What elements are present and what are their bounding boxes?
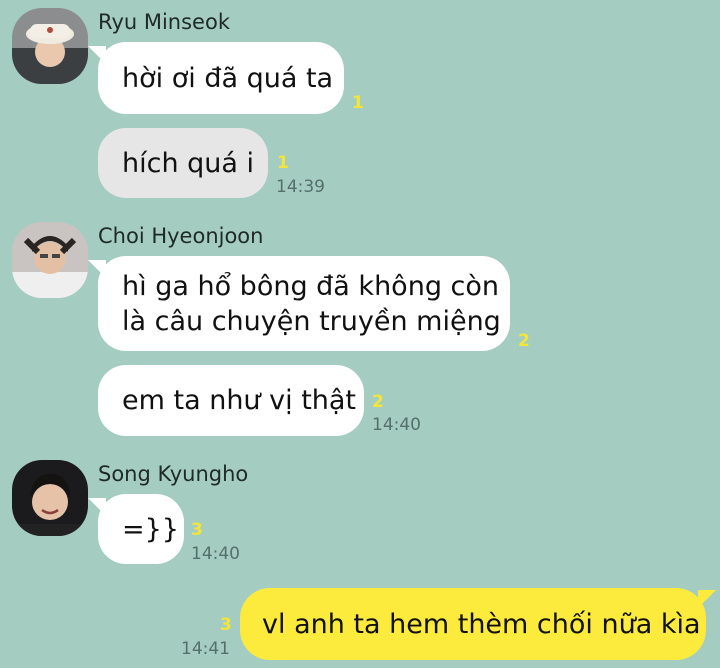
message-text: vl anh ta hem thèm chối nữa kìa [262,608,701,640]
unread-count: 2 [372,392,384,412]
unread-count: 3 [220,615,232,635]
unread-count: 1 [277,153,289,173]
message-bubble-selected[interactable]: hích quá i [98,128,268,198]
message-time: 14:40 [372,415,421,435]
message-text-line-2: là câu chuyện truyền miệng [122,305,501,337]
message-text: hời ơi đã quá ta [122,62,334,94]
avatar-ryu-minseok[interactable] [12,8,88,84]
avatar-song-kyungho[interactable] [12,460,88,536]
message-time: 14:41 [181,639,230,659]
message-bubble[interactable]: =}} [88,494,184,564]
message-time: 14:40 [191,544,240,564]
sender-name: Song Kyungho [98,462,249,486]
avatar-choi-hyeonjoon[interactable] [12,222,88,298]
sender-name: Ryu Minseok [98,10,230,34]
unread-count: 3 [191,520,203,540]
message-bubble[interactable]: hì ga hổ bông đã không còn là câu chuyện… [88,256,510,351]
message-text: =}} [122,513,179,545]
message-bubble[interactable]: hời ơi đã quá ta [88,42,344,114]
message-text: em ta như vị thật [122,385,357,416]
unread-count: 2 [518,331,530,351]
message-text-line-1: hì ga hổ bông đã không còn [122,270,500,302]
message-text: hích quá i [122,147,255,179]
message-bubble-outgoing[interactable]: vl anh ta hem thèm chối nữa kìa [240,588,716,660]
unread-count: 1 [352,93,364,113]
message-bubble[interactable]: em ta như vị thật [98,365,364,436]
sender-name: Choi Hyeonjoon [98,224,264,248]
message-time: 14:39 [276,177,325,197]
